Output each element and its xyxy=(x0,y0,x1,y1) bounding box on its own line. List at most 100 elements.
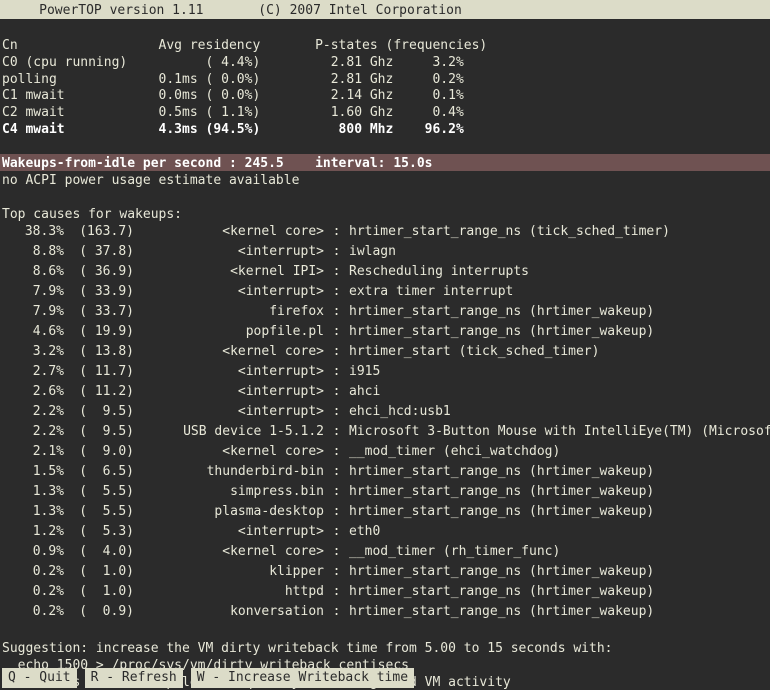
wakeup-cause-count: ( 1.0) xyxy=(64,582,134,602)
spacer-after-cstates xyxy=(0,137,770,154)
wakeup-cause-count: ( 13.8) xyxy=(64,342,134,362)
wakeup-cause-row: 2.1%( 9.0)<kernel core>:__mod_timer (ehc… xyxy=(0,442,770,462)
cstate-table-header: Cn Avg residency P-states (frequencies) xyxy=(0,36,770,53)
wakeup-cause-row: 1.2%( 5.3)<interrupt>:eth0 xyxy=(0,522,770,542)
wakeup-cause-row: 1.3%( 5.5)simpress.bin:hrtimer_start_ran… xyxy=(0,482,770,502)
wakeup-cause-count: ( 9.5) xyxy=(64,422,134,442)
wakeup-cause-count: ( 33.7) xyxy=(64,302,134,322)
wakeup-cause-count: ( 37.8) xyxy=(64,242,134,262)
wakeup-cause-percent: 2.2% xyxy=(2,402,64,422)
wakeup-cause-row: 8.8%( 37.8)<interrupt>:iwlagn xyxy=(0,242,770,262)
wakeup-cause-percent: 3.2% xyxy=(2,342,64,362)
wakeup-cause-source: <interrupt> xyxy=(134,402,324,422)
wakeup-cause-row: 1.3%( 5.5)plasma-desktop:hrtimer_start_r… xyxy=(0,502,770,522)
wakeup-cause-description: hrtimer_start_range_ns (hrtimer_wakeup) xyxy=(349,462,654,482)
cstate-row: C4 mwait 4.3ms (94.5%) 800 Mhz 96.2% xyxy=(0,120,770,137)
wakeup-cause-separator: : xyxy=(324,462,349,482)
wakeup-cause-separator: : xyxy=(324,322,349,342)
wakeup-cause-separator: : xyxy=(324,562,349,582)
wakeup-cause-source: <interrupt> xyxy=(134,382,324,402)
wakeup-cause-count: ( 0.9) xyxy=(64,602,134,622)
cstate-row: polling 0.1ms ( 0.0%) 2.81 Ghz 0.2% xyxy=(0,70,770,87)
wakeup-cause-percent: 2.6% xyxy=(2,382,64,402)
wakeup-cause-percent: 8.6% xyxy=(2,262,64,282)
wakeup-cause-description: hrtimer_start_range_ns (hrtimer_wakeup) xyxy=(349,602,654,622)
wakeup-cause-source: klipper xyxy=(134,562,324,582)
wakeup-cause-percent: 1.2% xyxy=(2,522,64,542)
wakeup-cause-source: <kernel core> xyxy=(134,222,324,242)
wakeup-cause-percent: 4.6% xyxy=(2,322,64,342)
wakeup-cause-description: i915 xyxy=(349,362,380,382)
wakeup-cause-count: ( 33.9) xyxy=(64,282,134,302)
wakeup-cause-separator: : xyxy=(324,382,349,402)
wakeup-cause-description: extra timer interrupt xyxy=(349,282,513,302)
wakeup-cause-percent: 0.2% xyxy=(2,602,64,622)
wakeup-cause-row: 1.5%( 6.5)thunderbird-bin:hrtimer_start_… xyxy=(0,462,770,482)
refresh-button[interactable]: R - Refresh xyxy=(85,668,183,688)
wakeup-cause-separator: : xyxy=(324,282,349,302)
wakeup-cause-separator: : xyxy=(324,402,349,422)
wakeup-cause-separator: : xyxy=(324,582,349,602)
wakeup-cause-source: <kernel core> xyxy=(134,442,324,462)
wakeup-cause-separator: : xyxy=(324,502,349,522)
wakeup-cause-count: ( 5.3) xyxy=(64,522,134,542)
wakeup-cause-description: iwlagn xyxy=(349,242,396,262)
wakeup-cause-source: <interrupt> xyxy=(134,242,324,262)
wakeup-cause-source: firefox xyxy=(134,302,324,322)
increase-writeback-time-button[interactable]: W - Increase Writeback time xyxy=(191,668,414,688)
wakeup-cause-count: ( 11.2) xyxy=(64,382,134,402)
wakeup-cause-count: ( 36.9) xyxy=(64,262,134,282)
quit-button[interactable]: Q - Quit xyxy=(2,668,77,688)
cstate-row: C1 mwait 0.0ms ( 0.0%) 2.14 Ghz 0.1% xyxy=(0,86,770,103)
wakeup-cause-row: 0.2%( 1.0)httpd:hrtimer_start_range_ns (… xyxy=(0,582,770,602)
wakeup-cause-source: USB device 1-5.1.2 xyxy=(134,422,324,442)
wakeup-cause-count: ( 1.0) xyxy=(64,562,134,582)
wakeup-cause-source: <kernel core> xyxy=(134,542,324,562)
wakeup-cause-percent: 38.3% xyxy=(2,222,64,242)
wakeup-cause-description: ahci xyxy=(349,382,380,402)
wakeup-cause-row: 38.3%(163.7)<kernel core>:hrtimer_start_… xyxy=(0,222,770,242)
wakeup-cause-description: __mod_timer (rh_timer_func) xyxy=(349,542,560,562)
powertop-terminal-window: PowerTOP version 1.11 (C) 2007 Intel Cor… xyxy=(0,0,770,690)
wakeup-cause-count: ( 9.0) xyxy=(64,442,134,462)
wakeup-cause-percent: 7.9% xyxy=(2,282,64,302)
wakeup-cause-source: thunderbird-bin xyxy=(134,462,324,482)
wakeup-cause-separator: : xyxy=(324,262,349,282)
wakeup-cause-row: 7.9%( 33.9)<interrupt>:extra timer inter… xyxy=(0,282,770,302)
wakeup-cause-description: hrtimer_start_range_ns (hrtimer_wakeup) xyxy=(349,482,654,502)
wakeup-cause-row: 2.6%( 11.2)<interrupt>:ahci xyxy=(0,382,770,402)
wakeup-cause-count: ( 19.9) xyxy=(64,322,134,342)
wakeup-cause-source: popfile.pl xyxy=(134,322,324,342)
wakeup-cause-percent: 1.5% xyxy=(2,462,64,482)
wakeup-cause-percent: 2.2% xyxy=(2,422,64,442)
action-button-bar: Q - Quit R - Refresh W - Increase Writeb… xyxy=(0,666,770,690)
wakeup-cause-row: 8.6%( 36.9)<kernel IPI>:Rescheduling int… xyxy=(0,262,770,282)
wakeup-cause-description: hrtimer_start_range_ns (hrtimer_wakeup) xyxy=(349,502,654,522)
wakeup-cause-count: ( 5.5) xyxy=(64,482,134,502)
wakeup-cause-source: <interrupt> xyxy=(134,362,324,382)
wakeup-cause-separator: : xyxy=(324,342,349,362)
wakeup-cause-count: ( 5.5) xyxy=(64,502,134,522)
wakeup-cause-row: 0.2%( 0.9)konversation:hrtimer_start_ran… xyxy=(0,602,770,622)
wakeup-cause-row: 2.2%( 9.5)USB device 1-5.1.2:Microsoft 3… xyxy=(0,422,770,442)
wakeup-cause-count: ( 11.7) xyxy=(64,362,134,382)
wakeup-cause-separator: : xyxy=(324,222,349,242)
wakeup-cause-source: <kernel core> xyxy=(134,342,324,362)
wakeup-cause-separator: : xyxy=(324,362,349,382)
wakeup-cause-separator: : xyxy=(324,522,349,542)
wakeup-cause-percent: 0.9% xyxy=(2,542,64,562)
wakeups-from-idle-bar: Wakeups-from-idle per second : 245.5 int… xyxy=(0,154,770,171)
wakeup-cause-description: hrtimer_start_range_ns (hrtimer_wakeup) xyxy=(349,322,654,342)
wakeup-cause-description: Rescheduling interrupts xyxy=(349,262,529,282)
spacer-after-title xyxy=(0,19,770,36)
cstate-row: C0 (cpu running) ( 4.4%) 2.81 Ghz 3.2% xyxy=(0,53,770,70)
wakeup-cause-source: httpd xyxy=(134,582,324,602)
wakeup-cause-separator: : xyxy=(324,482,349,502)
spacer-after-acpi xyxy=(0,188,770,205)
suggestion-text: Suggestion: increase the VM dirty writeb… xyxy=(0,639,770,656)
wakeup-cause-row: 0.9%( 4.0)<kernel core>:__mod_timer (rh_… xyxy=(0,542,770,562)
wakeup-cause-description: hrtimer_start_range_ns (hrtimer_wakeup) xyxy=(349,562,654,582)
wakeup-cause-percent: 0.2% xyxy=(2,562,64,582)
wakeup-cause-separator: : xyxy=(324,422,349,442)
wakeup-cause-percent: 1.3% xyxy=(2,482,64,502)
